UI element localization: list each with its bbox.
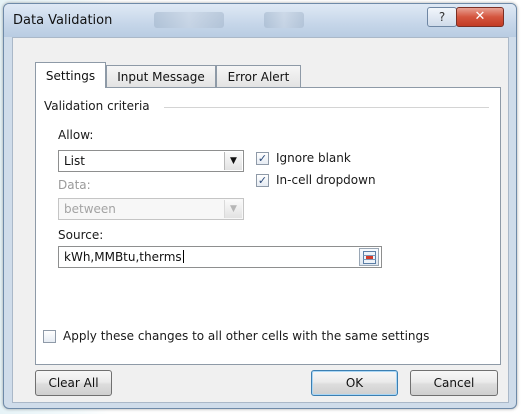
- blurred-background-text: [264, 12, 304, 28]
- dialog-client-area: Settings Input Message Error Alert Valid…: [12, 37, 509, 403]
- ok-label: OK: [345, 376, 364, 390]
- help-button[interactable]: ?: [427, 7, 457, 27]
- tab-error-alert-label: Error Alert: [227, 70, 290, 84]
- tab-settings-label: Settings: [45, 69, 96, 83]
- group-divider: [164, 107, 489, 108]
- tab-error-alert[interactable]: Error Alert: [216, 65, 301, 87]
- cancel-label: Cancel: [433, 376, 475, 390]
- allow-value: List: [64, 154, 85, 168]
- checkmark-icon: ✓: [257, 174, 268, 187]
- ignore-blank-label: Ignore blank: [276, 151, 351, 165]
- dialog-title: Data Validation: [13, 13, 113, 28]
- ok-button[interactable]: OK: [311, 370, 398, 396]
- help-icon: ?: [438, 10, 446, 24]
- tab-settings[interactable]: Settings: [35, 62, 106, 88]
- data-dropdown[interactable]: between ▼: [58, 198, 244, 220]
- ignore-blank-checkbox[interactable]: ✓: [256, 152, 269, 165]
- data-validation-dialog: Data Validation ? ✕ Settings Input Messa…: [3, 3, 517, 409]
- source-input[interactable]: kWh,MMBtu,therms: [58, 246, 382, 268]
- range-select-icon: [363, 251, 376, 264]
- clear-all-button[interactable]: Clear All: [35, 370, 112, 396]
- data-label: Data:: [58, 178, 91, 192]
- settings-panel: Validation criteria Allow: List ▼ ✓ Igno…: [35, 87, 501, 365]
- source-text: kWh,MMBtu,therms: [64, 250, 182, 264]
- validation-criteria-label: Validation criteria: [44, 99, 150, 113]
- checkmark-icon: ✓: [257, 152, 268, 165]
- chevron-down-icon[interactable]: ▼: [224, 152, 242, 170]
- apply-all-checkbox[interactable]: [43, 330, 56, 343]
- in-cell-dropdown-label: In-cell dropdown: [276, 173, 376, 187]
- apply-all-label: Apply these changes to all other cells w…: [63, 329, 430, 343]
- allow-label: Allow:: [58, 128, 94, 142]
- text-caret: [182, 250, 184, 263]
- clear-all-label: Clear All: [48, 376, 99, 390]
- source-value: kWh,MMBtu,therms: [64, 250, 184, 264]
- close-button[interactable]: ✕: [456, 7, 504, 27]
- data-value: between: [64, 202, 116, 216]
- in-cell-dropdown-checkbox[interactable]: ✓: [256, 174, 269, 187]
- allow-dropdown[interactable]: List ▼: [58, 150, 244, 172]
- cancel-button[interactable]: Cancel: [410, 370, 498, 396]
- close-icon: ✕: [474, 9, 486, 24]
- title-bar[interactable]: Data Validation ? ✕: [4, 4, 516, 37]
- range-select-button[interactable]: [359, 248, 379, 266]
- tab-input-message[interactable]: Input Message: [106, 65, 216, 87]
- tab-input-message-label: Input Message: [117, 70, 205, 84]
- chevron-down-icon[interactable]: ▼: [224, 200, 242, 218]
- source-label: Source:: [58, 228, 104, 242]
- blurred-background-text: [154, 12, 224, 28]
